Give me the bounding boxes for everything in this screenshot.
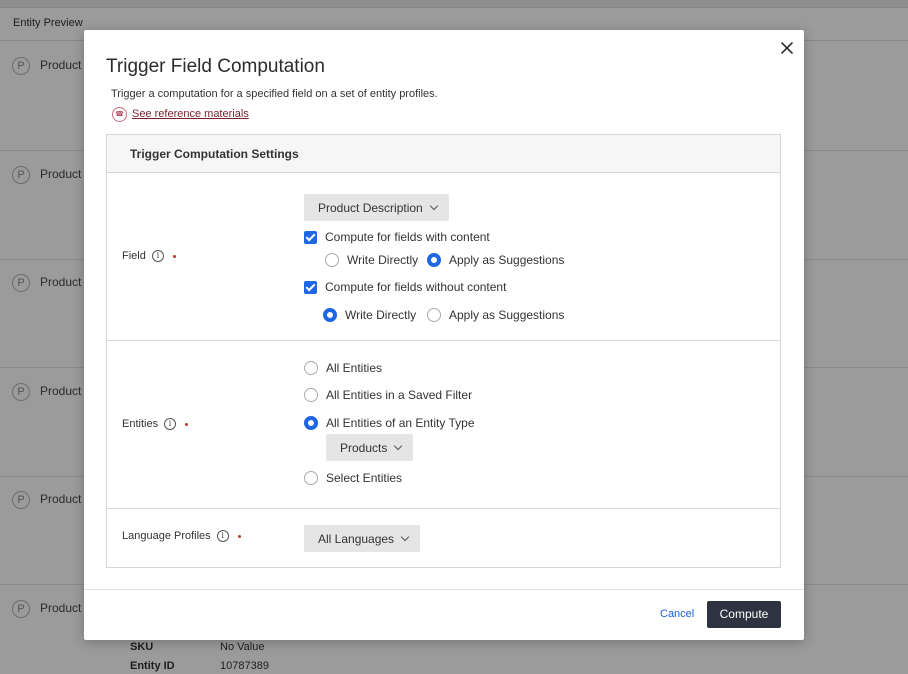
- product-icon: P: [12, 383, 30, 401]
- reference-link-wrap: ☎ See reference materials: [112, 106, 249, 122]
- product-name: Product: [40, 167, 82, 181]
- field-select[interactable]: Product Description: [304, 194, 449, 221]
- all-entities-radio[interactable]: All Entities: [304, 361, 382, 375]
- radio-selected-icon: [304, 416, 318, 430]
- radio-label: All Entities: [326, 361, 383, 375]
- dialog-description: Trigger a computation for a specified fi…: [111, 88, 438, 100]
- entity-id-value: 10787389: [220, 660, 269, 672]
- radio-label: Write Directly: [347, 253, 419, 267]
- select-entities-radio[interactable]: Select Entities: [304, 471, 402, 485]
- field-select-value: Product Description: [318, 200, 423, 215]
- cancel-button[interactable]: Cancel: [660, 608, 694, 620]
- entities-section: Entities i All Entities All Entities in …: [107, 341, 780, 509]
- language-profiles-label-row: Language Profiles i: [122, 530, 241, 542]
- product-name: Product: [40, 492, 82, 506]
- product-icon: P: [12, 600, 30, 618]
- product-name: Product: [40, 601, 82, 615]
- info-icon[interactable]: i: [216, 530, 229, 542]
- product-name: Product: [40, 58, 82, 72]
- compute-without-content-label: Compute for fields without content: [325, 280, 507, 294]
- product-icon: P: [12, 57, 30, 75]
- with-content-apply-suggestions-radio[interactable]: Apply as Suggestions: [427, 253, 564, 267]
- with-content-write-directly-radio[interactable]: Write Directly: [325, 253, 418, 267]
- reference-icon: ☎: [112, 106, 127, 122]
- radio-label: Select Entities: [326, 471, 403, 485]
- trigger-field-computation-dialog: Trigger Field Computation Trigger a comp…: [84, 30, 804, 640]
- computation-settings-panel: Trigger Computation Settings Field i Pro…: [106, 134, 781, 568]
- radio-icon: [304, 388, 318, 402]
- info-icon[interactable]: i: [151, 250, 164, 262]
- field-section: Field i Product Description Compute for …: [107, 173, 780, 341]
- language-profiles-select[interactable]: All Languages: [304, 525, 421, 552]
- entity-type-select-value: Products: [340, 440, 388, 455]
- radio-label: Apply as Suggestions: [449, 253, 565, 267]
- without-content-write-directly-radio[interactable]: Write Directly: [323, 308, 416, 322]
- language-profiles-label: Language Profiles: [122, 530, 211, 542]
- language-profiles-section: Language Profiles i All Languages: [107, 509, 780, 567]
- top-strip: [0, 0, 908, 8]
- product-icon: P: [12, 166, 30, 184]
- close-button[interactable]: [779, 40, 795, 56]
- radio-label: All Entities of an Entity Type: [326, 416, 475, 430]
- settings-header-label: Trigger Computation Settings: [130, 147, 299, 161]
- entities-label-row: Entities i: [122, 418, 189, 430]
- compute-without-content-checkbox[interactable]: Compute for fields without content: [304, 280, 506, 294]
- language-profiles-select-value: All Languages: [318, 531, 395, 546]
- required-indicator: [237, 534, 241, 538]
- info-icon[interactable]: i: [164, 418, 177, 430]
- chevron-down-icon: [429, 201, 438, 210]
- radio-label: Apply as Suggestions: [449, 308, 565, 322]
- product-name: Product: [40, 275, 82, 289]
- radio-selected-icon: [323, 308, 337, 322]
- compute-with-content-label: Compute for fields with content: [325, 230, 490, 244]
- sku-value: No Value: [220, 641, 265, 653]
- required-indicator: [185, 422, 189, 426]
- settings-header: Trigger Computation Settings: [107, 135, 780, 173]
- radio-label: Write Directly: [345, 308, 417, 322]
- required-indicator: [172, 254, 176, 258]
- entity-type-radio[interactable]: All Entities of an Entity Type: [304, 416, 475, 430]
- radio-icon: [325, 253, 339, 267]
- chevron-down-icon: [400, 532, 410, 541]
- product-icon: P: [12, 491, 30, 509]
- compute-with-content-checkbox[interactable]: Compute for fields with content: [304, 230, 490, 244]
- checkbox-checked-icon: [304, 230, 317, 244]
- product-icon: P: [12, 274, 30, 292]
- dialog-title: Trigger Field Computation: [106, 56, 325, 77]
- radio-label: All Entities in a Saved Filter: [326, 388, 473, 402]
- product-name: Product: [40, 384, 82, 398]
- without-content-apply-suggestions-radio[interactable]: Apply as Suggestions: [427, 308, 564, 322]
- reference-materials-link[interactable]: See reference materials: [132, 108, 249, 120]
- entities-label: Entities: [122, 418, 159, 430]
- close-icon: [781, 42, 793, 54]
- entity-id-label: Entity ID: [130, 660, 175, 672]
- entity-type-select[interactable]: Products: [326, 434, 414, 461]
- chevron-down-icon: [394, 441, 403, 450]
- checkbox-checked-icon: [304, 280, 317, 294]
- saved-filter-radio[interactable]: All Entities in a Saved Filter: [304, 388, 472, 402]
- sku-label: SKU: [130, 641, 154, 653]
- radio-icon: [304, 471, 318, 485]
- field-label-row: Field i: [122, 250, 176, 262]
- radio-icon: [427, 308, 441, 322]
- compute-button[interactable]: Compute: [707, 601, 781, 628]
- radio-selected-icon: [427, 253, 441, 267]
- radio-icon: [304, 361, 318, 375]
- dialog-footer: Cancel Compute: [84, 589, 804, 640]
- field-label: Field: [122, 250, 146, 262]
- entity-preview-label: Entity Preview: [13, 17, 83, 29]
